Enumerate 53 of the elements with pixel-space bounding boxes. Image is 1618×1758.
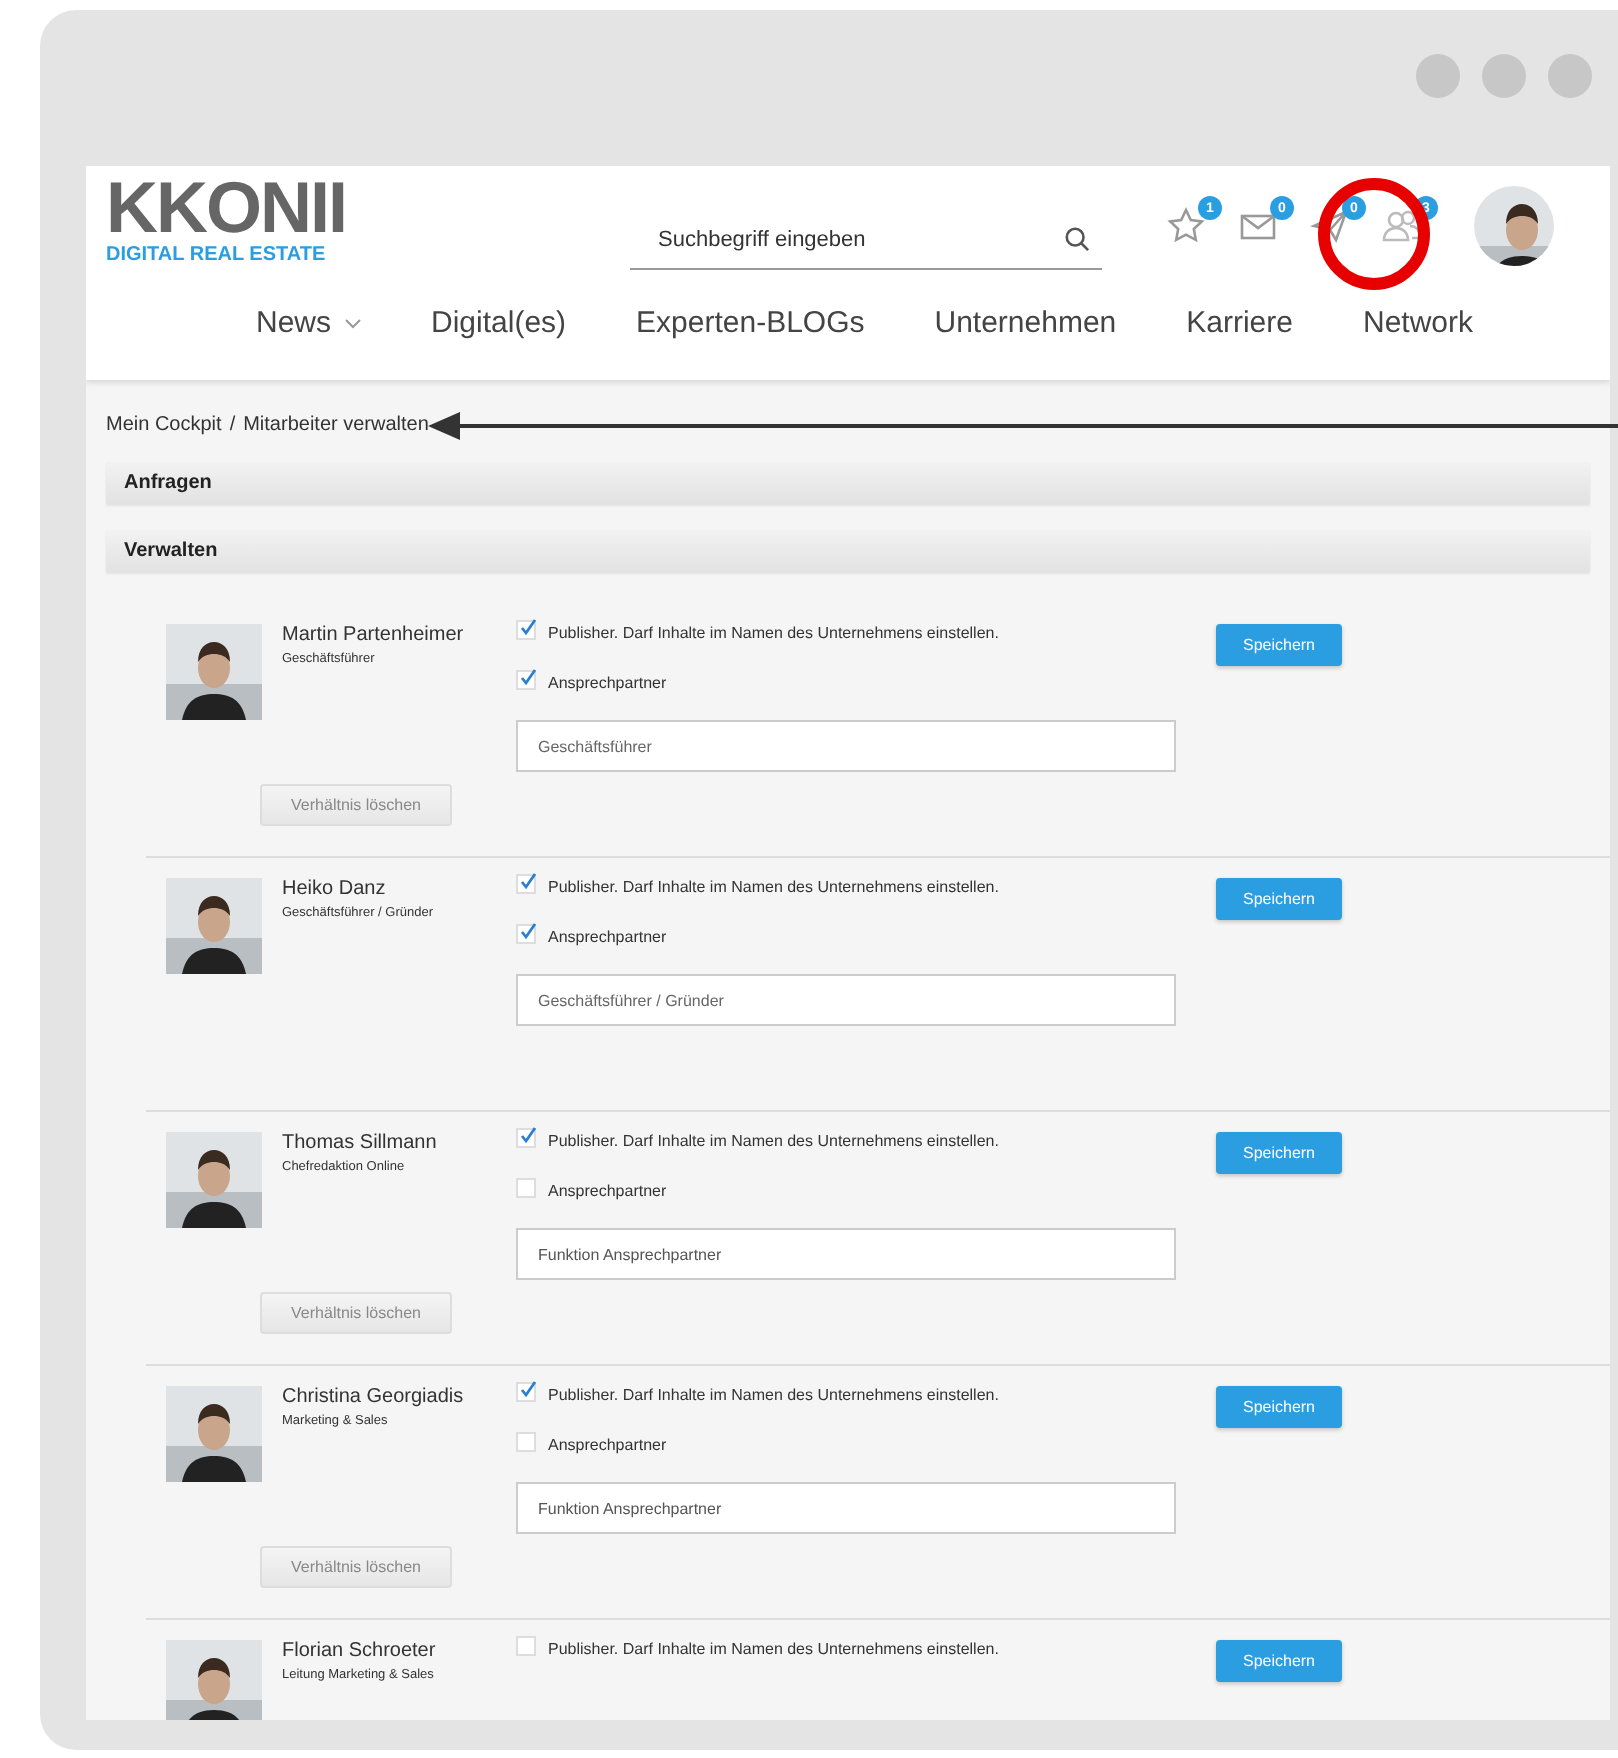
remove-button[interactable]: Verhältnis löschen xyxy=(260,784,452,826)
checkbox-label: Ansprechpartner xyxy=(548,674,667,692)
input-field[interactable]: Geschäftsführer / Gründer xyxy=(516,974,1176,1026)
checkbox[interactable] xyxy=(516,1178,536,1198)
logo-tagline: DIGITAL REAL ESTATE xyxy=(106,244,328,268)
search-field[interactable]: Suchbegriff eingeben xyxy=(630,210,1102,270)
checkbox[interactable] xyxy=(516,874,536,894)
checkbox-label: Ansprechpartner xyxy=(548,928,667,946)
checkbox[interactable] xyxy=(516,924,536,944)
remove-button[interactable]: Verhältnis löschen xyxy=(260,1546,452,1588)
star-icon[interactable] xyxy=(1166,206,1206,246)
checkbox-label: Publisher. Darf Inhalte im Namen des Unternehmens einstellen. xyxy=(548,1386,999,1404)
window-dot xyxy=(1416,54,1460,98)
checkbox[interactable] xyxy=(516,1382,536,1402)
search-icon[interactable] xyxy=(1064,226,1090,252)
member-name: Florian Schroeter xyxy=(282,1640,436,1662)
checkbox[interactable] xyxy=(516,670,536,690)
checkbox-label: Publisher. Darf Inhalte im Namen des Unternehmens einstellen. xyxy=(548,1132,999,1150)
section-header[interactable]: Verwalten xyxy=(106,530,1590,572)
window-dot xyxy=(1548,54,1592,98)
input-field[interactable]: Geschäftsführer xyxy=(516,720,1176,772)
window-dot xyxy=(1482,54,1526,98)
checkbox-label: Publisher. Darf Inhalte im Namen des Unternehmens einstellen. xyxy=(548,1640,999,1658)
nav-link[interactable]: News xyxy=(256,306,332,340)
checkbox-label: Ansprechpartner xyxy=(548,1182,667,1200)
member-name: Christina Georgiadis xyxy=(282,1386,464,1408)
breadcrumb-link[interactable]: Mitarbeiter verwalten xyxy=(243,414,429,436)
checkbox-label: Ansprechpartner xyxy=(548,1436,667,1454)
nav-link[interactable]: Network xyxy=(1363,306,1474,340)
people-icon[interactable] xyxy=(1382,206,1422,246)
nav-link[interactable]: Karriere xyxy=(1186,306,1293,340)
member-name: Heiko Danz xyxy=(282,878,388,900)
breadcrumb-link[interactable]: Mein Cockpit xyxy=(106,414,222,436)
checkbox-label: Publisher. Darf Inhalte im Namen des Unternehmens einstellen. xyxy=(548,878,999,896)
member-name: Thomas Sillmann xyxy=(282,1132,437,1154)
remove-button[interactable]: Verhältnis löschen xyxy=(260,1292,452,1334)
checkbox[interactable] xyxy=(516,1432,536,1452)
checkbox-label: Publisher. Darf Inhalte im Namen des Unternehmens einstellen. xyxy=(548,624,999,642)
checkbox[interactable] xyxy=(516,1128,536,1148)
nav-link[interactable]: Experten-BLOGs xyxy=(636,306,865,340)
breadcrumb-separator: / xyxy=(229,414,236,436)
chevron-icon[interactable] xyxy=(343,317,362,329)
checkbox[interactable] xyxy=(516,1636,536,1656)
checkbox[interactable] xyxy=(516,620,536,640)
avatar[interactable] xyxy=(1474,186,1554,266)
section-header[interactable]: Anfragen xyxy=(106,462,1590,504)
highlight-circle xyxy=(1318,178,1430,290)
logo-text[interactable]: KKONII xyxy=(106,172,526,244)
nav-link[interactable]: Unternehmen xyxy=(934,306,1117,340)
nav-link[interactable]: Digital(es) xyxy=(431,306,567,340)
input-field[interactable]: Funktion Ansprechpartner xyxy=(516,1228,1176,1280)
member-name: Martin Partenheimer xyxy=(282,624,464,646)
input-field[interactable]: Funktion Ansprechpartner xyxy=(516,1482,1176,1534)
